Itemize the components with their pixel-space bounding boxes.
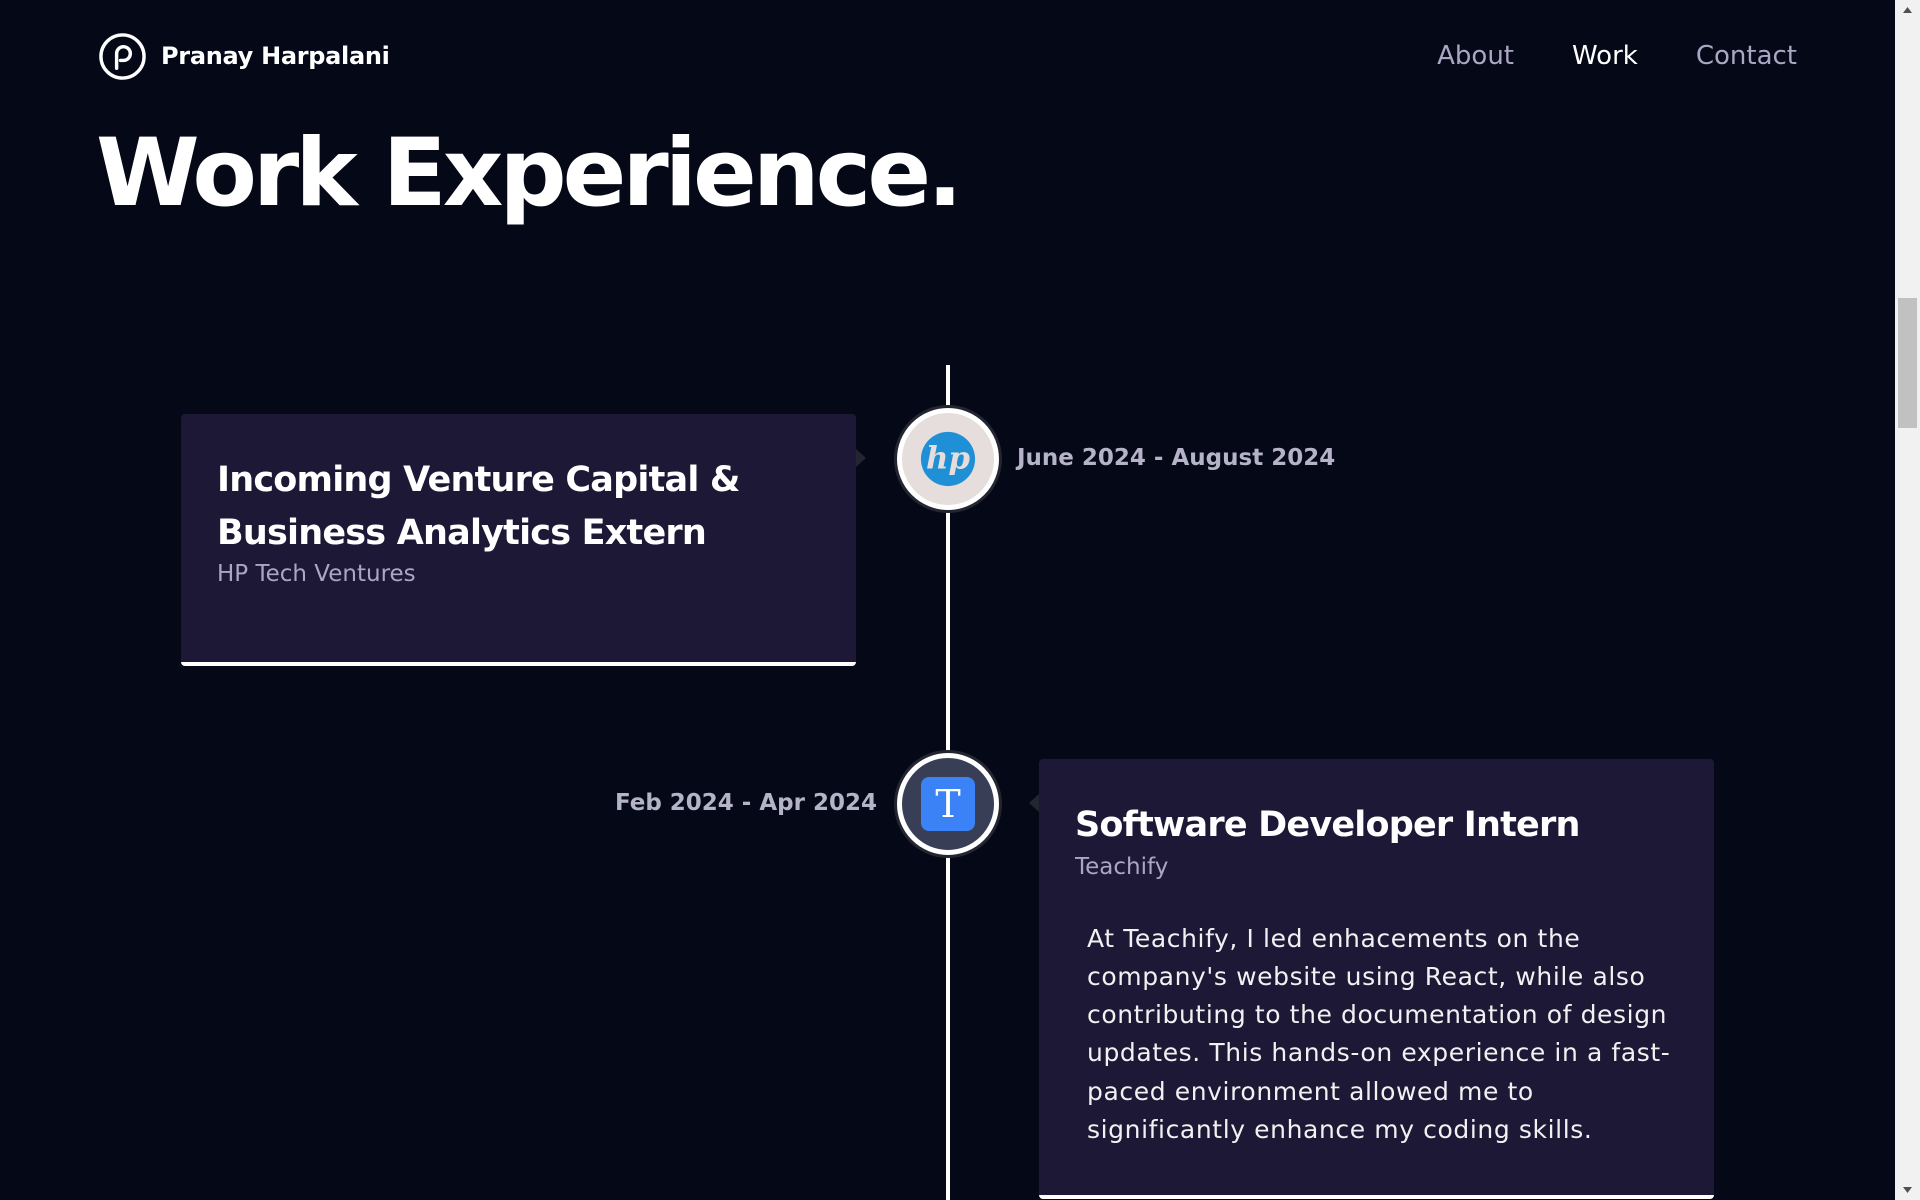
nav-links: About Work Contact [1437,41,1797,71]
experience-description: At Teachify, I led enhacements on the co… [1087,923,1671,1144]
nav-link-about[interactable]: About [1437,41,1514,71]
navbar: Pranay Harpalani About Work Contact [0,0,1895,112]
experience-company: HP Tech Ventures [217,561,416,587]
nav-link-work[interactable]: Work [1572,41,1638,71]
section-title: Work Experience. [96,119,963,228]
scroll-up-arrow-icon[interactable] [1895,0,1920,20]
teachify-logo-icon: T [921,777,975,831]
page: Pranay Harpalani About Work Contact Work… [0,0,1920,1200]
card-arrow [1029,794,1039,812]
nav-link-contact[interactable]: Contact [1696,41,1797,71]
svg-text:hp: hp [926,441,970,477]
experience-date: June 2024 - August 2024 [1017,445,1336,471]
timeline-icon-hp: hp [897,408,999,510]
scrollbar[interactable] [1895,0,1920,1200]
svg-text:T: T [935,782,960,826]
experience-card-hp: Incoming Venture Capital & Business Anal… [181,414,866,666]
experience-card-teachify: Software Developer Intern Teachify At Te… [1029,759,1714,1199]
experience-title: Incoming Venture Capital & Business Anal… [217,460,740,553]
hp-logo-icon: hp [920,431,976,487]
scrollbar-thumb[interactable] [1898,298,1917,428]
brand-name: Pranay Harpalani [161,42,390,70]
brand-link[interactable]: Pranay Harpalani [98,32,390,81]
experience-date: Feb 2024 - Apr 2024 [614,790,877,816]
experience-title: Software Developer Intern [1075,805,1580,845]
scroll-down-arrow-icon[interactable] [1895,1180,1920,1200]
experience-company: Teachify [1075,853,1169,880]
timeline-icon-teachify: T [897,753,999,855]
brand-logo-icon [99,32,146,80]
card-arrow [856,449,866,467]
